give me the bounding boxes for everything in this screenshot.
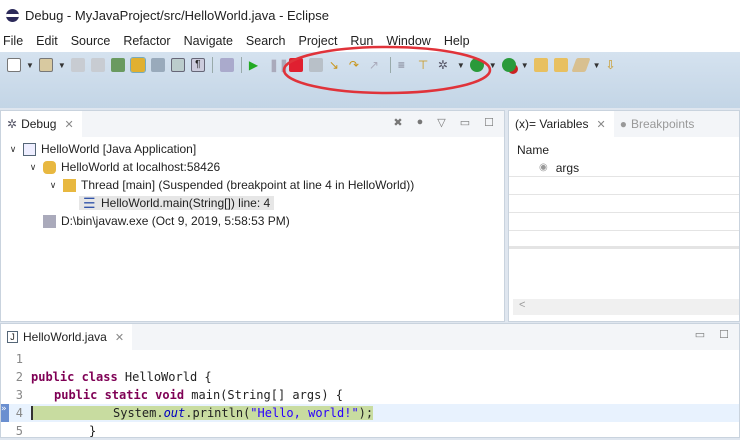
close-icon[interactable]: ✕ xyxy=(115,331,124,344)
debug-bug-icon: ✲ xyxy=(7,117,18,131)
field: out xyxy=(163,406,186,420)
tab-label: (x)= Variables xyxy=(515,117,589,131)
tab-breakpoints[interactable]: ● Breakpoints xyxy=(620,117,695,131)
tree-label: HelloWorld [Java Application] xyxy=(41,142,197,156)
code-text: } xyxy=(89,424,97,438)
line-number: 1 xyxy=(15,352,23,366)
code-line: 5} xyxy=(1,422,739,440)
breakpoints-icon: ● xyxy=(619,117,627,131)
close-icon[interactable]: ✕ xyxy=(64,118,73,131)
view-menu-icon[interactable]: ▽ xyxy=(437,116,445,129)
maximize-icon[interactable]: ☐ xyxy=(484,116,494,129)
code-area[interactable]: 1 2 public class HelloWorld { 3 public sta… xyxy=(1,350,739,440)
line-number: 2 xyxy=(15,370,23,384)
string-literal: "Hello, world!" xyxy=(250,406,359,420)
horizontal-scrollbar[interactable]: < xyxy=(513,299,739,315)
close-icon[interactable]: ✕ xyxy=(596,118,605,131)
tree-item-application[interactable]: ∨ HelloWorld [Java Application] xyxy=(1,140,504,158)
tree-label: HelloWorld at localhost:58426 xyxy=(61,160,221,174)
variables-view: (x)= Variables ✕ ● Breakpoints Name ◉ ar… xyxy=(508,110,740,322)
tab-debug[interactable]: ✲ Debug ✕ xyxy=(1,111,82,137)
tree-item-thread[interactable]: ∨ Thread [main] (Suspended (breakpoint a… xyxy=(1,176,504,194)
java-app-icon xyxy=(23,142,36,156)
keyword: public static void xyxy=(54,388,192,402)
local-variable-icon: ◉ xyxy=(539,162,548,173)
variable-name: args xyxy=(555,160,580,175)
remove-terminated-icon[interactable]: ✖ xyxy=(393,116,402,129)
code-line: 2 public class HelloWorld { xyxy=(1,368,739,386)
code-text: System. xyxy=(113,406,164,420)
java-file-icon: J xyxy=(7,331,18,343)
process-icon xyxy=(43,214,56,228)
thread-suspended-icon xyxy=(63,178,76,192)
variable-row[interactable]: ◉ args xyxy=(509,159,739,177)
code-text: main(String[] args) { xyxy=(191,388,343,402)
debug-view: ✲ Debug ✕ ✖ ● ▽ ▭ ☐ ∨ HelloWorld [Java A… xyxy=(0,110,505,322)
maximize-icon[interactable]: ☐ xyxy=(719,328,729,341)
column-header-name[interactable]: Name xyxy=(509,137,739,159)
code-line: 3 public static void main(String[] args) … xyxy=(1,386,739,404)
chevron-down-icon[interactable]: ∨ xyxy=(47,180,59,191)
tab-label: Breakpoints xyxy=(630,117,695,131)
debug-highlight: System. out .println("Hello, world!"); xyxy=(31,406,374,420)
code-text: ); xyxy=(358,406,374,420)
chevron-down-icon[interactable]: ∨ xyxy=(27,162,39,173)
tab-label: Debug xyxy=(21,117,57,131)
tab-label: HelloWorld.java xyxy=(23,330,107,344)
tree-item-vm[interactable]: ∨ HelloWorld at localhost:58426 xyxy=(1,158,504,176)
line-number: 5 xyxy=(15,424,23,438)
chevron-down-icon[interactable]: ∨ xyxy=(7,144,19,155)
tree-label: D:\bin\javaw.exe (Oct 9, 2019, 5:58:53 P… xyxy=(61,214,290,228)
minimize-icon[interactable]: ▭ xyxy=(460,116,470,129)
code-text: HelloWorld { xyxy=(124,370,212,384)
tree-label: HelloWorld.main(String[]) line: 4 xyxy=(101,196,271,210)
code-text: .println( xyxy=(185,406,251,420)
code-line: 1 xyxy=(1,350,739,368)
tab-variables[interactable]: (x)= Variables ✕ xyxy=(509,111,614,137)
stack-frame-icon: ☰ xyxy=(83,194,96,211)
collapse-icon[interactable]: ● xyxy=(417,116,424,129)
tree-item-stack-frame[interactable]: ☰ HelloWorld.main(String[]) line: 4 xyxy=(1,194,504,212)
editor: J HelloWorld.java ✕ ▭ ☐ 1 2 public class … xyxy=(0,323,740,438)
current-line: » 4 System. out .println("Hello, world!"); xyxy=(1,404,739,422)
tab-helloworld-java[interactable]: J HelloWorld.java ✕ xyxy=(1,324,133,350)
tree-item-process[interactable]: D:\bin\javaw.exe (Oct 9, 2019, 5:58:53 P… xyxy=(1,212,504,230)
instruction-pointer-icon: » xyxy=(1,404,9,422)
line-number: 3 xyxy=(15,388,23,402)
minimize-icon[interactable]: ▭ xyxy=(695,328,705,341)
tree-label: Thread [main] (Suspended (breakpoint at … xyxy=(81,178,415,192)
debug-target-icon xyxy=(43,160,56,174)
keyword: public class xyxy=(31,370,125,384)
